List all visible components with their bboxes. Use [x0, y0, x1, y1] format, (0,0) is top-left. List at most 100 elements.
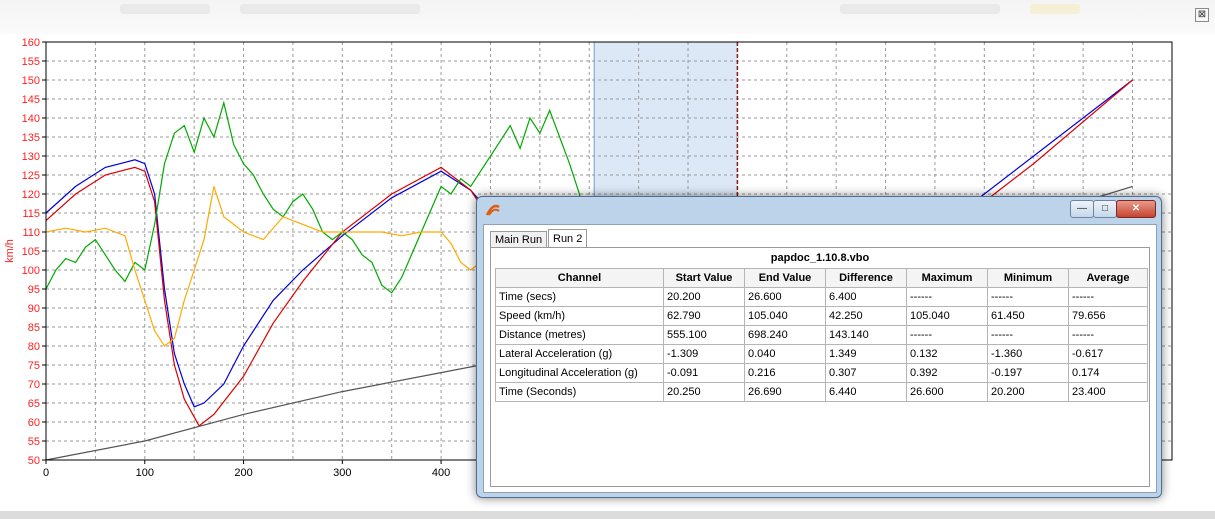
y-tick-label: 70	[28, 379, 40, 391]
table-cell: -0.091	[663, 363, 745, 383]
y-tick-label: 60	[28, 417, 40, 429]
y-tick-label: 160	[22, 37, 40, 49]
y-tick-label: 145	[22, 94, 40, 106]
table-row[interactable]: Time (secs) 20.200 26.600 6.400 ------ -…	[495, 287, 1148, 307]
table-cell: 23.400	[1068, 382, 1148, 402]
faded-menu-item	[840, 4, 1000, 14]
table-cell: Time (Seconds)	[495, 382, 664, 402]
y-axis-label: km/h	[4, 239, 16, 263]
table-cell: 26.600	[906, 382, 988, 402]
maximize-button[interactable]: □	[1093, 200, 1117, 218]
column-header: Average	[1068, 268, 1148, 288]
table-row[interactable]: Speed (km/h) 62.790 105.040 42.250 105.0…	[495, 306, 1148, 326]
table-header-row: Channel Start Value End Value Difference…	[495, 268, 1148, 288]
table-cell: 26.600	[744, 287, 826, 307]
x-tick-label: 0	[43, 467, 49, 479]
column-header: Minimum	[987, 268, 1069, 288]
y-tick-label: 100	[22, 265, 40, 277]
y-tick-label: 115	[22, 208, 40, 220]
y-tick-label: 105	[22, 246, 40, 258]
y-tick-label: 80	[28, 341, 40, 353]
x-tick-label: 100	[136, 467, 154, 479]
x-tick-label: 400	[432, 467, 450, 479]
table-cell: Longitudinal Acceleration (g)	[495, 363, 664, 383]
bottom-strip	[0, 511, 1215, 519]
table-cell: 105.040	[744, 306, 826, 326]
table-cell: 0.392	[906, 363, 988, 383]
table-cell: Lateral Acceleration (g)	[495, 344, 664, 364]
y-tick-label: 130	[22, 151, 40, 163]
column-header: End Value	[744, 268, 826, 288]
table-cell: 0.216	[744, 363, 826, 383]
file-title: papdoc_1.10.8.vbo	[770, 252, 870, 264]
column-header: Difference	[825, 268, 907, 288]
table-cell: 1.349	[825, 344, 907, 364]
table-cell: 79.656	[1068, 306, 1148, 326]
x-tick-label: 200	[234, 467, 252, 479]
table-row[interactable]: Distance (metres) 555.100 698.240 143.14…	[495, 325, 1148, 345]
table-cell: 20.200	[987, 382, 1069, 402]
y-tick-label: 120	[22, 189, 40, 201]
statistics-table: Channel Start Value End Value Difference…	[495, 268, 1148, 402]
table-cell: -0.197	[987, 363, 1069, 383]
close-button[interactable]: ✕	[1116, 200, 1156, 218]
y-tick-label: 95	[28, 284, 40, 296]
y-tick-label: 55	[28, 436, 40, 448]
faded-menu-item	[240, 4, 420, 14]
table-cell: 20.200	[663, 287, 745, 307]
y-tick-label: 140	[22, 113, 40, 125]
background-menu-strip: ⊠	[0, 0, 1215, 34]
tab-run-2[interactable]: Run 2	[548, 229, 588, 249]
close-icon[interactable]: ⊠	[1195, 8, 1209, 22]
statistics-dialog: — □ ✕ Main Run Run 2 papdoc_1.10.8.vbo C…	[476, 196, 1162, 498]
table-cell: 555.100	[663, 325, 745, 345]
table-row[interactable]: Time (Seconds) 20.250 26.690 6.440 26.60…	[495, 382, 1148, 402]
table-row[interactable]: Lateral Acceleration (g) -1.309 0.040 1.…	[495, 344, 1148, 364]
table-cell: Speed (km/h)	[495, 306, 664, 326]
table-cell: 0.174	[1068, 363, 1148, 383]
dialog-titlebar[interactable]: — □ ✕	[477, 197, 1161, 223]
faded-menu-item	[1030, 4, 1080, 14]
table-cell: ------	[1068, 325, 1148, 345]
y-tick-label: 125	[22, 170, 40, 182]
table-cell: Distance (metres)	[495, 325, 664, 345]
x-tick-label: 300	[333, 467, 351, 479]
y-tick-label: 110	[22, 227, 40, 239]
app-logo-icon	[485, 204, 500, 216]
table-cell: Time (secs)	[495, 287, 664, 307]
y-tick-label: 90	[28, 303, 40, 315]
table-cell: 0.040	[744, 344, 826, 364]
table-cell: 6.400	[825, 287, 907, 307]
table-cell: 20.250	[663, 382, 745, 402]
column-header: Start Value	[663, 268, 745, 288]
table-cell: 6.440	[825, 382, 907, 402]
table-row[interactable]: Longitudinal Acceleration (g) -0.091 0.2…	[495, 363, 1148, 383]
table-cell: 42.250	[825, 306, 907, 326]
table-cell: 143.140	[825, 325, 907, 345]
y-tick-label: 135	[22, 132, 40, 144]
y-tick-label: 155	[22, 56, 40, 68]
table-cell: 698.240	[744, 325, 826, 345]
y-tick-label: 50	[28, 455, 40, 467]
faded-menu-item	[120, 4, 210, 14]
table-cell: 61.450	[987, 306, 1069, 326]
table-cell: -0.617	[1068, 344, 1148, 364]
y-tick-label: 85	[28, 322, 40, 334]
table-cell: 0.307	[825, 363, 907, 383]
y-tick-label: 65	[28, 398, 40, 410]
dialog-body: Main Run Run 2 papdoc_1.10.8.vbo Channel…	[483, 224, 1157, 493]
tab-panel: papdoc_1.10.8.vbo Channel Start Value En…	[490, 247, 1150, 487]
table-cell: ------	[906, 325, 988, 345]
table-cell: -1.360	[987, 344, 1069, 364]
table-cell: ------	[1068, 287, 1148, 307]
column-header: Maximum	[906, 268, 988, 288]
table-cell: ------	[987, 287, 1069, 307]
table-cell: ------	[906, 287, 988, 307]
column-header: Channel	[495, 268, 664, 288]
y-tick-label: 75	[28, 360, 40, 372]
table-cell: 105.040	[906, 306, 988, 326]
table-cell: ------	[987, 325, 1069, 345]
table-cell: 26.690	[744, 382, 826, 402]
minimize-button[interactable]: —	[1070, 200, 1094, 218]
y-tick-label: 150	[22, 75, 40, 87]
